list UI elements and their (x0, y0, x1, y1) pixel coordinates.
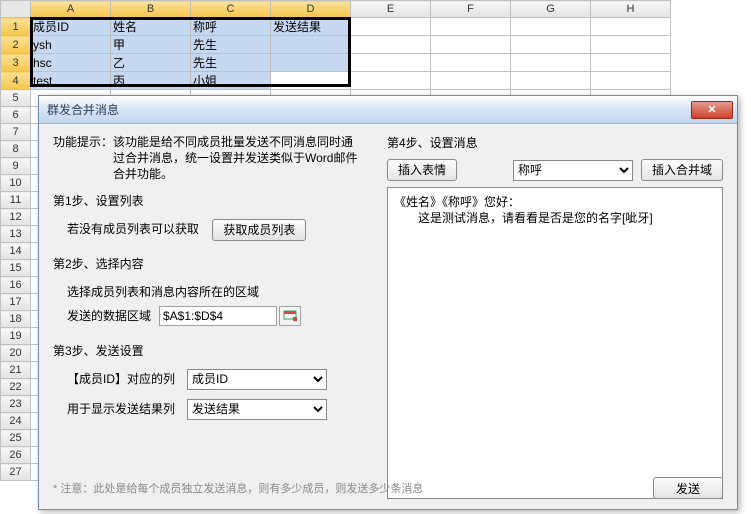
cell[interactable] (351, 36, 431, 54)
cell[interactable]: 称呼 (191, 18, 271, 36)
cell[interactable]: hsc (31, 54, 111, 72)
row-header[interactable]: 7 (1, 124, 31, 141)
close-button[interactable]: ✕ (691, 101, 733, 119)
step1-text: 若没有成员列表可以获取 (67, 217, 199, 241)
cell[interactable] (431, 54, 511, 72)
merge-send-dialog: 群发合并消息 ✕ 功能提示：该功能是给不同成员批量发送不同消息同时通过合并消息，… (38, 95, 738, 510)
row-header[interactable]: 18 (1, 311, 31, 328)
dialog-titlebar[interactable]: 群发合并消息 ✕ (39, 96, 737, 124)
row-header[interactable]: 3 (1, 54, 31, 72)
cell[interactable]: 甲 (111, 36, 191, 54)
col-header-a[interactable]: A (31, 1, 111, 18)
row-header[interactable]: 19 (1, 328, 31, 345)
row-header[interactable]: 5 (1, 90, 31, 107)
row-header[interactable]: 22 (1, 379, 31, 396)
cell[interactable] (351, 18, 431, 36)
footer-note: * 注意：此处是给每个成员独立发送消息，则有多少成员，则发送多少条消息 (53, 480, 653, 496)
row-header[interactable]: 10 (1, 175, 31, 192)
step3-header: 第3步、发送设置 (53, 342, 373, 359)
insert-merge-field-button[interactable]: 插入合并域 (641, 159, 723, 181)
cell[interactable] (511, 72, 591, 90)
step1-header: 第1步、设置列表 (53, 192, 373, 209)
cell[interactable]: 乙 (111, 54, 191, 72)
cell[interactable] (271, 72, 351, 90)
get-member-list-button[interactable]: 获取成员列表 (212, 219, 306, 241)
row-header[interactable]: 6 (1, 107, 31, 124)
row-header[interactable]: 8 (1, 141, 31, 158)
cell[interactable] (591, 18, 671, 36)
cell[interactable] (511, 36, 591, 54)
insert-emotion-button[interactable]: 插入表情 (387, 159, 457, 181)
col-header-h[interactable]: H (591, 1, 671, 18)
cell[interactable] (431, 72, 511, 90)
cell[interactable] (271, 54, 351, 72)
col-header-c[interactable]: C (191, 1, 271, 18)
col-header-b[interactable]: B (111, 1, 191, 18)
cell[interactable] (591, 36, 671, 54)
function-hint: 功能提示：该功能是给不同成员批量发送不同消息同时通过合并消息，统一设置并发送类似… (53, 134, 373, 182)
message-line2: 这是测试消息，请看看是否是您的名字[呲牙] (394, 210, 716, 226)
step2-desc: 选择成员列表和消息内容所在的区域 (67, 280, 373, 304)
cell[interactable]: 先生 (191, 36, 271, 54)
cell[interactable] (591, 54, 671, 72)
dialog-title: 群发合并消息 (47, 101, 691, 118)
cell[interactable] (591, 72, 671, 90)
row-header[interactable]: 27 (1, 464, 31, 481)
cell[interactable]: 先生 (191, 54, 271, 72)
row-header[interactable]: 23 (1, 396, 31, 413)
cell[interactable]: 小姐 (191, 72, 271, 90)
cell[interactable]: ysh (31, 36, 111, 54)
cell[interactable] (511, 18, 591, 36)
result-col-label: 用于显示发送结果列 (67, 397, 187, 421)
hint-text: 该功能是给不同成员批量发送不同消息同时通过合并消息，统一设置并发送类似于Word… (113, 134, 361, 182)
row-header[interactable]: 11 (1, 192, 31, 209)
cell[interactable]: 姓名 (111, 18, 191, 36)
merge-field-select[interactable]: 称呼 (513, 160, 633, 181)
row-header[interactable]: 17 (1, 294, 31, 311)
row-header[interactable]: 13 (1, 226, 31, 243)
cell[interactable]: 成员ID (31, 18, 111, 36)
range-label: 发送的数据区域 (67, 304, 159, 328)
col-header-e[interactable]: E (351, 1, 431, 18)
message-line1: 《姓名》《称呼》您好： (394, 194, 716, 210)
row-header[interactable]: 12 (1, 209, 31, 226)
cell[interactable] (351, 72, 431, 90)
row-header[interactable]: 25 (1, 430, 31, 447)
id-col-label: 【成员ID】对应的列 (67, 367, 187, 391)
row-header[interactable]: 24 (1, 413, 31, 430)
row-header[interactable]: 1 (1, 18, 31, 36)
row-header[interactable]: 2 (1, 36, 31, 54)
row-header[interactable]: 4 (1, 72, 31, 90)
result-col-select[interactable]: 发送结果 (187, 399, 327, 420)
col-header-g[interactable]: G (511, 1, 591, 18)
row-header[interactable]: 20 (1, 345, 31, 362)
cell[interactable] (431, 18, 511, 36)
hint-label: 功能提示： (53, 134, 113, 150)
range-picker-icon (283, 310, 297, 322)
col-header-d[interactable]: D (271, 1, 351, 18)
cell[interactable] (351, 54, 431, 72)
row-header[interactable]: 26 (1, 447, 31, 464)
row-header[interactable]: 16 (1, 277, 31, 294)
step4-header: 第4步、设置消息 (387, 134, 723, 151)
cell[interactable] (271, 36, 351, 54)
cell[interactable]: test (31, 72, 111, 90)
cell[interactable] (511, 54, 591, 72)
close-icon: ✕ (707, 103, 716, 116)
send-button[interactable]: 发送 (653, 477, 723, 499)
row-header[interactable]: 15 (1, 260, 31, 277)
row-header[interactable]: 14 (1, 243, 31, 260)
row-header[interactable]: 21 (1, 362, 31, 379)
row-header[interactable]: 9 (1, 158, 31, 175)
range-input[interactable] (159, 306, 277, 326)
cell[interactable]: 发送结果 (271, 18, 351, 36)
cell[interactable] (431, 36, 511, 54)
step2-header: 第2步、选择内容 (53, 255, 373, 272)
id-col-select[interactable]: 成员ID (187, 369, 327, 390)
col-header-f[interactable]: F (431, 1, 511, 18)
select-all-corner[interactable] (1, 1, 31, 18)
cell[interactable]: 丙 (111, 72, 191, 90)
message-textarea[interactable]: 《姓名》《称呼》您好： 这是测试消息，请看看是否是您的名字[呲牙] (387, 187, 723, 499)
range-picker-button[interactable] (279, 306, 301, 326)
